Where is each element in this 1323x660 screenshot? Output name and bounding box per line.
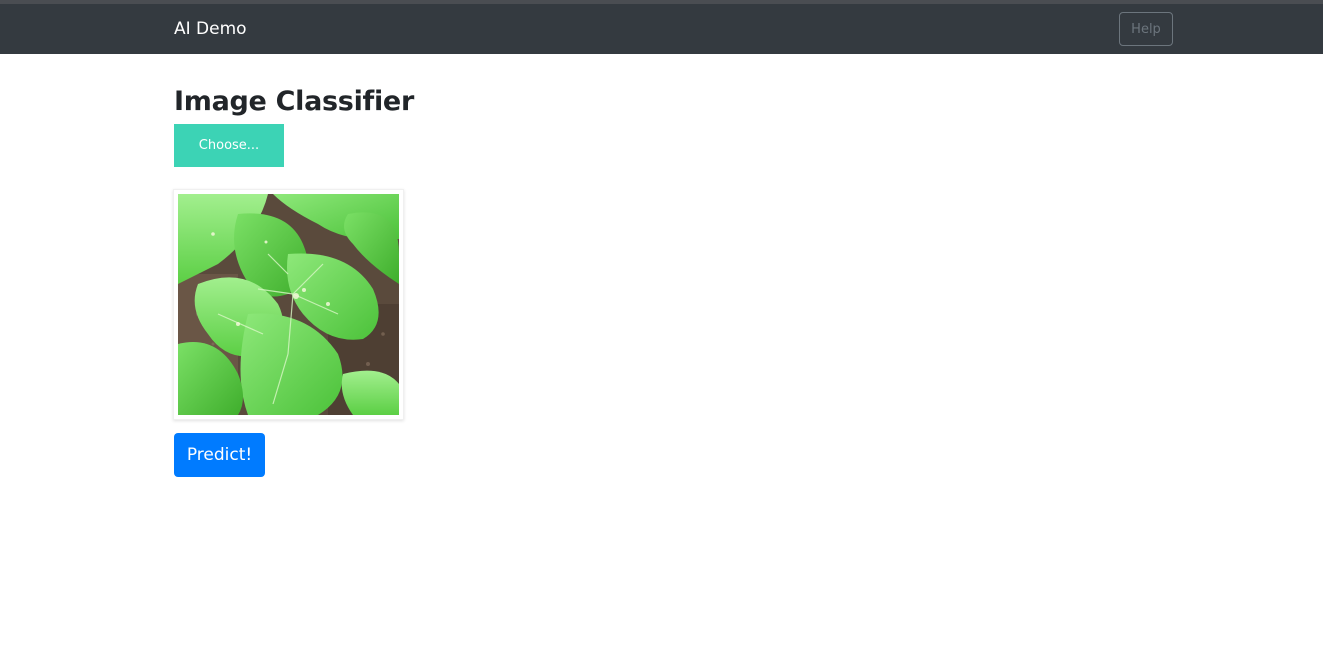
image-preview — [173, 189, 404, 420]
plant-leaves-image — [178, 194, 399, 415]
predict-button[interactable]: Predict! — [174, 433, 265, 477]
choose-file-button[interactable]: Choose... — [174, 124, 284, 167]
navbar: AI Demo Help — [0, 4, 1323, 54]
navbar-brand[interactable]: AI Demo — [174, 18, 247, 40]
page-title: Image Classifier — [174, 86, 414, 117]
help-button[interactable]: Help — [1119, 12, 1173, 46]
